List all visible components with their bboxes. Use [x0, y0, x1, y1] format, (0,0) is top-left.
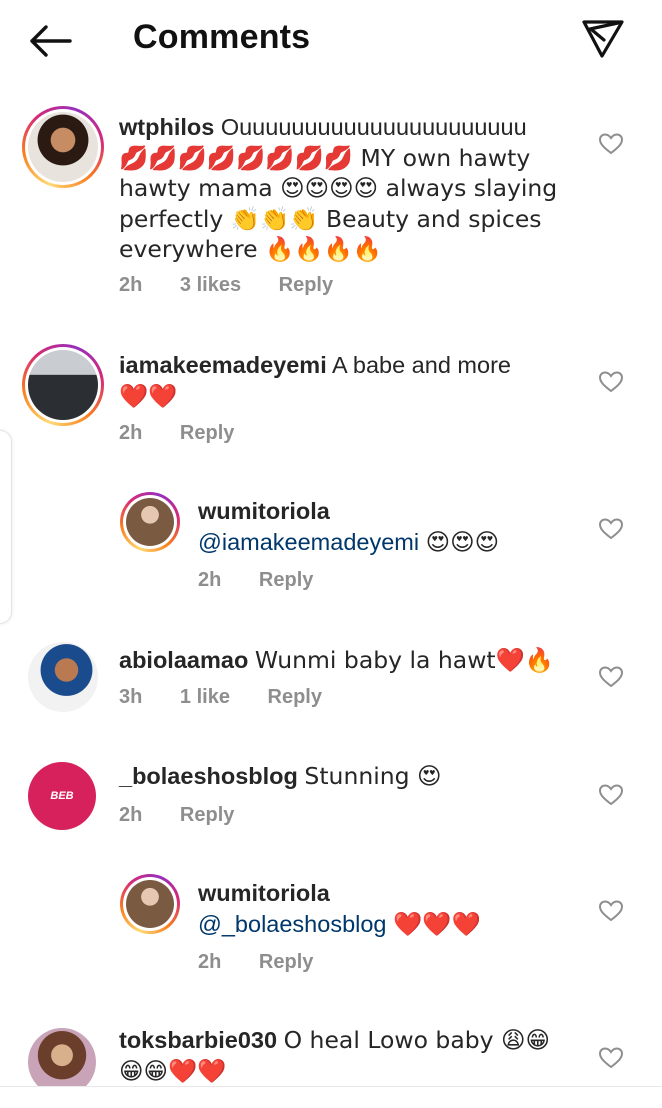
- comment-body: wtphilos Ouuuuuuuuuuuuuuuuuuuuuu 💋💋💋💋💋💋💋…: [119, 112, 589, 265]
- share-button[interactable]: [578, 16, 628, 62]
- comment-text-line: 😍😍😍: [425, 527, 500, 556]
- comment-body: _bolaeshosblog Stunning 😍: [119, 761, 589, 792]
- comment-text-line: ❤️❤️: [119, 381, 178, 410]
- avatar[interactable]: [28, 1028, 96, 1086]
- reply-item: wumitoriola @_bolaeshosblog ❤️❤️❤️ 2h Re…: [0, 872, 662, 982]
- comment-text-line: A babe and more: [331, 352, 511, 378]
- comment-text-line: Stunning 😍: [304, 762, 442, 790]
- comment-text-line: everywhere 🔥🔥🔥🔥: [119, 235, 383, 263]
- comment-time: 2h: [198, 569, 222, 591]
- likes-count[interactable]: 1 like: [180, 686, 230, 709]
- header-bar: Comments: [0, 0, 662, 80]
- avatar-badge-text: BEB: [50, 790, 74, 802]
- comment-username[interactable]: wumitoriola: [198, 880, 330, 906]
- comment-body: iamakeemadeyemi A babe and more ❤️❤️: [119, 350, 589, 411]
- comment-text-line: O heal Lowo baby 😩😁: [283, 1026, 551, 1054]
- comment-username[interactable]: abiolaamao: [119, 647, 248, 673]
- comment-meta: 2h Reply: [119, 804, 266, 827]
- comment-username[interactable]: iamakeemadeyemi: [119, 352, 327, 378]
- mention-link[interactable]: @_bolaeshosblog: [198, 911, 387, 937]
- avatar[interactable]: [22, 344, 104, 426]
- paper-plane-icon: [582, 20, 624, 58]
- reply-item: wumitoriola @iamakeemadeyemi 😍😍😍 2h Repl…: [0, 490, 662, 600]
- heart-outline-icon[interactable]: [598, 132, 624, 156]
- reply-button[interactable]: Reply: [180, 422, 234, 445]
- reply-button[interactable]: Reply: [268, 686, 322, 709]
- comment-time: 3h: [119, 686, 143, 708]
- back-button[interactable]: [26, 20, 78, 62]
- comment-username[interactable]: toksbarbie030: [119, 1027, 277, 1053]
- heart-outline-icon[interactable]: [598, 517, 624, 541]
- reply-button[interactable]: Reply: [259, 951, 313, 974]
- comment-meta: 2h Reply: [119, 422, 266, 445]
- comment-meta: 2h Reply: [198, 951, 345, 974]
- comment-meta: 2h Reply: [198, 569, 345, 592]
- divider: [0, 1086, 662, 1087]
- comment-text-line: 😁😁❤️❤️: [119, 1056, 227, 1085]
- heart-outline-icon[interactable]: [598, 665, 624, 689]
- mention-link[interactable]: @iamakeemadeyemi: [198, 529, 419, 555]
- avatar[interactable]: [22, 106, 104, 188]
- comment-meta: 3h 1 like Reply: [119, 686, 354, 709]
- comment-username[interactable]: _bolaeshosblog: [119, 763, 298, 789]
- comment-body: wumitoriola @_bolaeshosblog ❤️❤️❤️: [198, 878, 588, 939]
- comment-username[interactable]: wumitoriola: [198, 498, 330, 524]
- likes-count[interactable]: 3 likes: [180, 274, 241, 297]
- comment-time: 2h: [119, 804, 143, 826]
- avatar[interactable]: [28, 642, 98, 712]
- heart-outline-icon[interactable]: [598, 1046, 624, 1070]
- avatar[interactable]: BEB: [28, 762, 96, 830]
- comment-username[interactable]: wtphilos: [119, 114, 214, 140]
- comment-body: toksbarbie030 O heal Lowo baby 😩😁 😁😁❤️❤️: [119, 1025, 589, 1086]
- page-title: Comments: [133, 18, 311, 56]
- comment-item: wtphilos Ouuuuuuuuuuuuuuuuuuuuuu 💋💋💋💋💋💋💋…: [0, 104, 662, 314]
- comment-text-line: ❤️❤️❤️: [393, 909, 481, 938]
- heart-outline-icon[interactable]: [598, 899, 624, 923]
- comment-meta: 2h 3 likes Reply: [119, 274, 365, 297]
- comment-text-line: Ouuuuuuuuuuuuuuuuuuuuuu: [220, 114, 527, 140]
- comment-item: BEB _bolaeshosblog Stunning 😍 2h Reply: [0, 758, 662, 838]
- comment-item: abiolaamao Wunmi baby la hawt❤️🔥 3h 1 li…: [0, 640, 662, 720]
- comment-time: 2h: [119, 274, 143, 296]
- reply-button[interactable]: Reply: [279, 274, 333, 297]
- comment-item: toksbarbie030 O heal Lowo baby 😩😁 😁😁❤️❤️: [0, 1020, 662, 1086]
- comment-body: wumitoriola @iamakeemadeyemi 😍😍😍: [198, 496, 588, 557]
- comment-body: abiolaamao Wunmi baby la hawt❤️🔥: [119, 645, 589, 676]
- reply-button[interactable]: Reply: [180, 804, 234, 827]
- avatar[interactable]: [120, 874, 180, 934]
- arrow-left-icon: [30, 25, 72, 57]
- comment-item: iamakeemadeyemi A babe and more ❤️❤️ 2h …: [0, 342, 662, 462]
- comment-text-line: perfectly 👏👏👏 Beauty and spices: [119, 204, 542, 233]
- comment-time: 2h: [119, 422, 143, 444]
- avatar[interactable]: [120, 492, 180, 552]
- comment-time: 2h: [198, 951, 222, 973]
- heart-outline-icon[interactable]: [598, 783, 624, 807]
- reply-button[interactable]: Reply: [259, 569, 313, 592]
- comment-text-line: 💋💋💋💋💋💋💋💋 MY own hawty: [119, 143, 531, 172]
- comment-text-line: Wunmi baby la hawt❤️🔥: [254, 646, 555, 674]
- comment-text-line: hawty mama 😍😍😍😍 always slaying: [119, 174, 558, 202]
- heart-outline-icon[interactable]: [598, 370, 624, 394]
